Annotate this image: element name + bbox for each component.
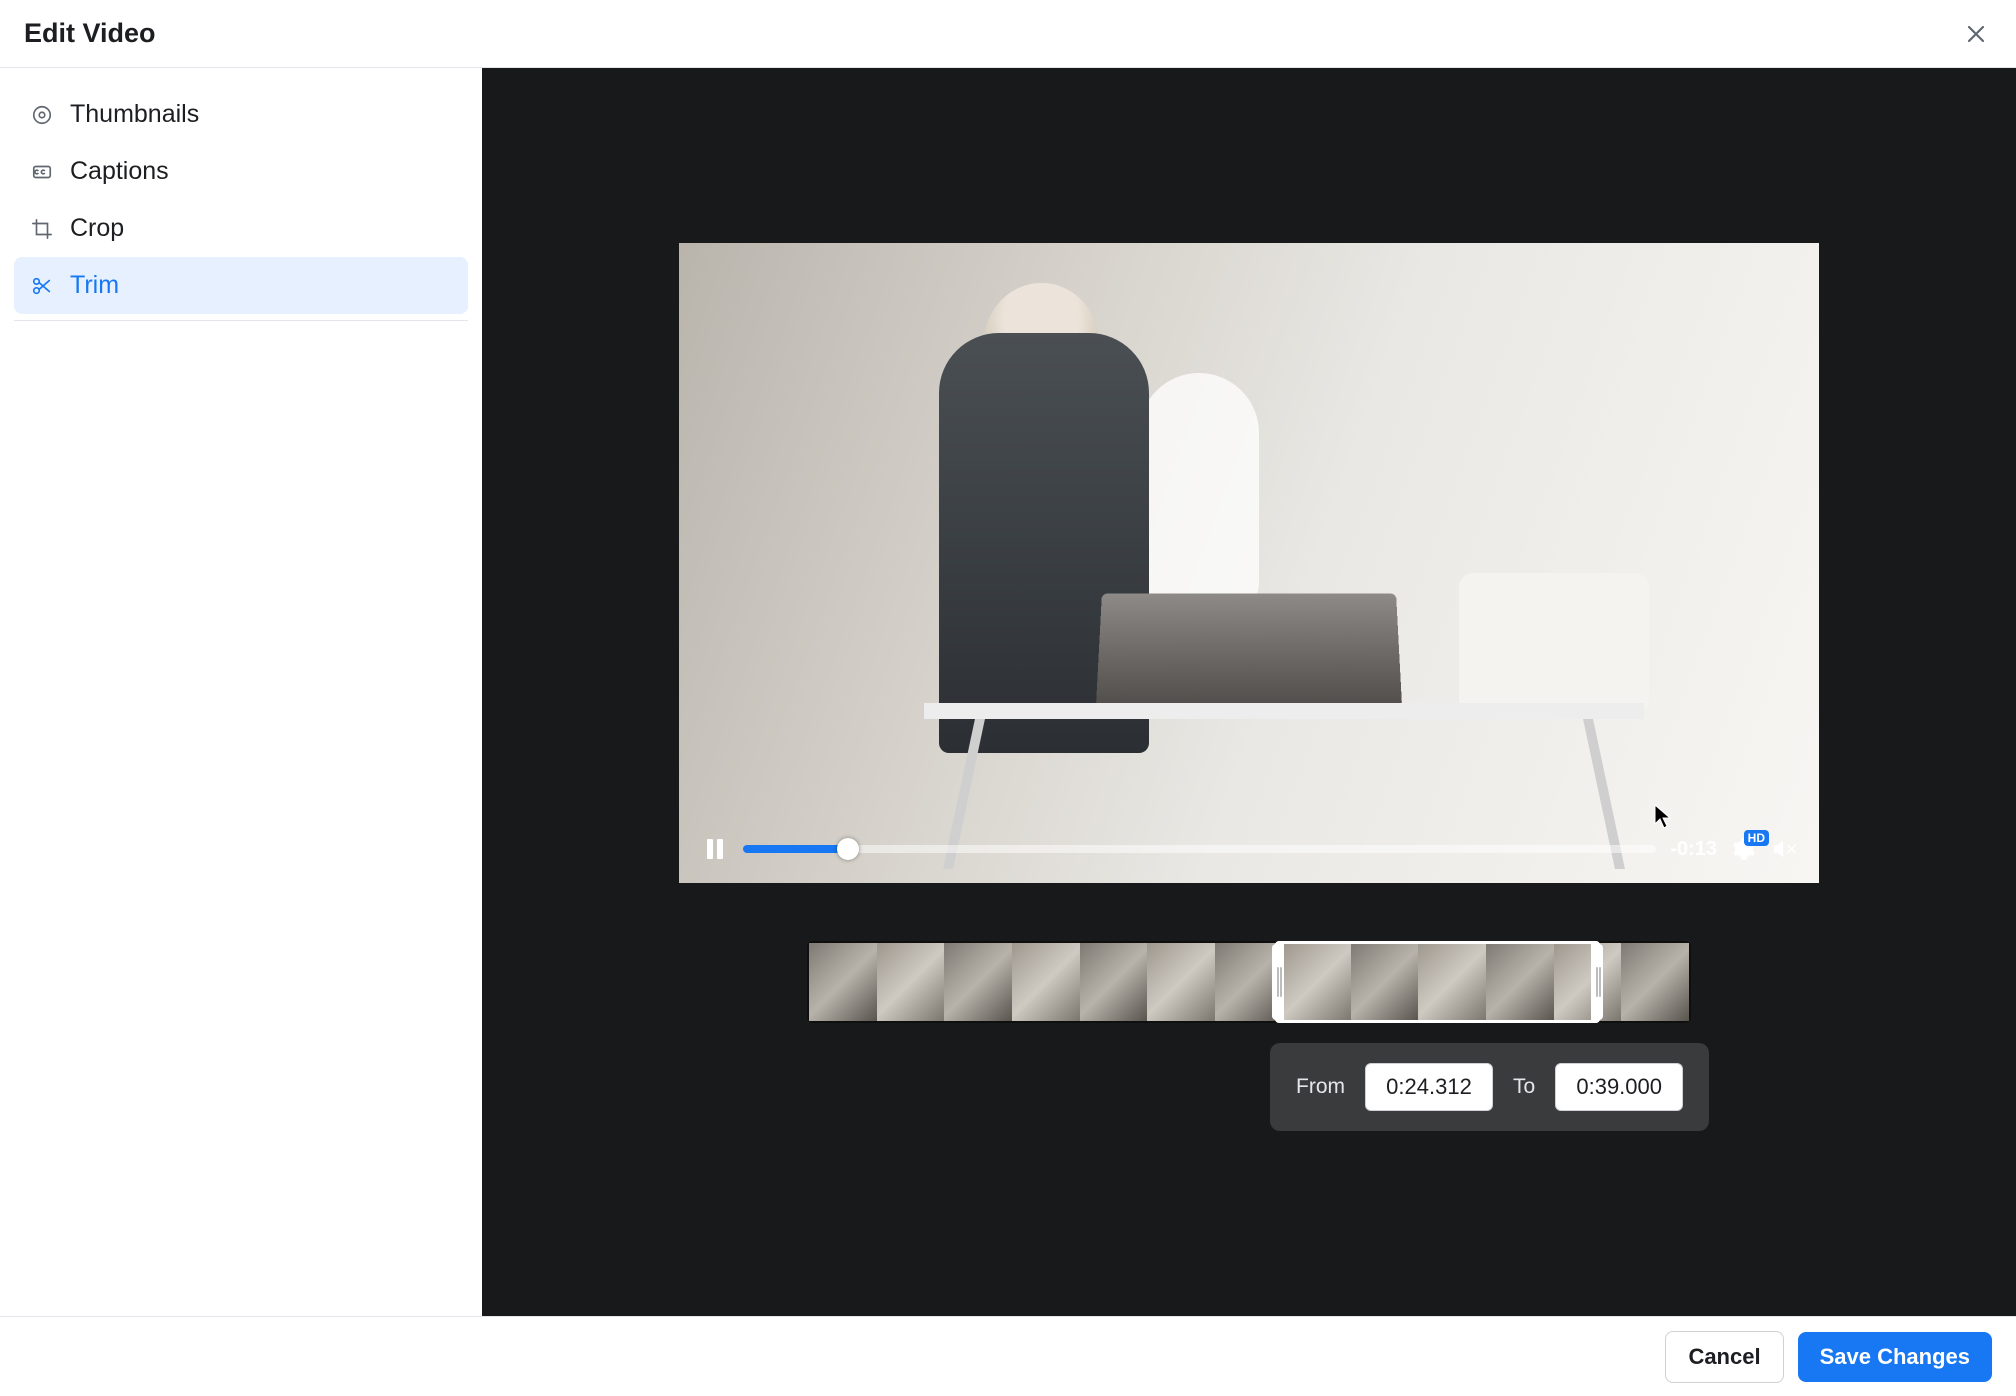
progress-bar[interactable] bbox=[743, 845, 1656, 853]
pause-icon bbox=[705, 838, 725, 860]
video-controls: -0:13 HD bbox=[679, 825, 1819, 883]
sidebar-item-trim[interactable]: Trim bbox=[14, 257, 468, 314]
dialog-header: Edit Video bbox=[0, 0, 2016, 68]
sidebar-item-thumbnails[interactable]: Thumbnails bbox=[14, 86, 468, 143]
sidebar-item-label: Thumbnails bbox=[70, 100, 199, 129]
volume-button[interactable] bbox=[1771, 836, 1797, 862]
timeline-frame bbox=[1080, 943, 1148, 1021]
time-remaining: -0:13 bbox=[1670, 838, 1717, 861]
timeline-frame bbox=[1283, 943, 1351, 1021]
timeline-frame bbox=[1147, 943, 1215, 1021]
to-label: To bbox=[1513, 1075, 1535, 1099]
trim-handle-end[interactable] bbox=[1591, 944, 1603, 1020]
thumbnails-icon bbox=[30, 103, 54, 127]
timeline-frame bbox=[1621, 943, 1689, 1021]
volume-muted-icon bbox=[1771, 837, 1797, 861]
progress-thumb[interactable] bbox=[837, 838, 859, 860]
video-content bbox=[1139, 373, 1259, 613]
dialog-body: Thumbnails Captions Crop Trim bbox=[0, 68, 2016, 1316]
timeline-frame bbox=[809, 943, 877, 1021]
hd-badge: HD bbox=[1744, 830, 1769, 846]
sidebar-item-label: Captions bbox=[70, 157, 169, 186]
timeline-frame bbox=[944, 943, 1012, 1021]
timeline-frame bbox=[1012, 943, 1080, 1021]
timeline-frame bbox=[1418, 943, 1486, 1021]
timeline-frame bbox=[877, 943, 945, 1021]
sidebar-item-captions[interactable]: Captions bbox=[14, 143, 468, 200]
sidebar-item-label: Trim bbox=[70, 271, 119, 300]
save-button[interactable]: Save Changes bbox=[1798, 1332, 1992, 1382]
settings-button[interactable]: HD bbox=[1731, 836, 1757, 862]
from-label: From bbox=[1296, 1075, 1345, 1099]
progress-fill bbox=[743, 845, 848, 853]
close-button[interactable] bbox=[1960, 18, 1992, 50]
dialog-title: Edit Video bbox=[24, 18, 156, 49]
timeline-frame bbox=[1554, 943, 1622, 1021]
close-icon bbox=[1964, 22, 1988, 46]
timeline-frame bbox=[1351, 943, 1419, 1021]
main-panel: -0:13 HD bbox=[482, 68, 2016, 1316]
video-content bbox=[1096, 593, 1402, 707]
trim-timeline[interactable] bbox=[807, 941, 1691, 1023]
trim-icon bbox=[30, 274, 54, 298]
sidebar: Thumbnails Captions Crop Trim bbox=[0, 68, 482, 1316]
from-input[interactable] bbox=[1365, 1063, 1493, 1111]
timeline-frame bbox=[1486, 943, 1554, 1021]
crop-icon bbox=[30, 217, 54, 241]
video-content bbox=[924, 703, 1644, 719]
sidebar-item-label: Crop bbox=[70, 214, 124, 243]
pause-button[interactable] bbox=[701, 835, 729, 863]
dialog-footer: Cancel Save Changes bbox=[0, 1316, 2016, 1396]
to-input[interactable] bbox=[1555, 1063, 1683, 1111]
cancel-button[interactable]: Cancel bbox=[1665, 1331, 1783, 1383]
sidebar-separator bbox=[14, 320, 468, 321]
trim-range-box: From To bbox=[1270, 1043, 1709, 1131]
sidebar-item-crop[interactable]: Crop bbox=[14, 200, 468, 257]
trim-handle-start[interactable] bbox=[1272, 944, 1284, 1020]
captions-icon bbox=[30, 160, 54, 184]
video-preview[interactable]: -0:13 HD bbox=[679, 243, 1819, 883]
video-content bbox=[1459, 573, 1649, 713]
